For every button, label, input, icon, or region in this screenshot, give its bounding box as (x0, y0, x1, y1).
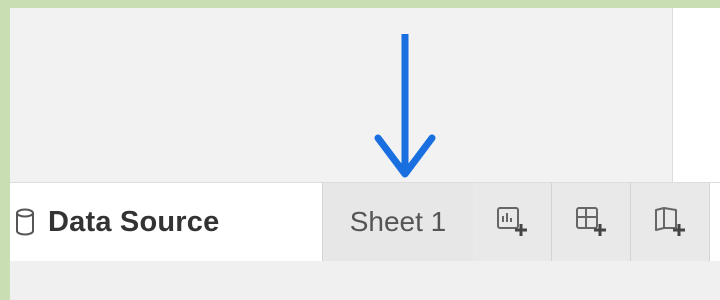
sheet-tab-bar: Data Source Sheet 1 (10, 182, 720, 262)
workspace-side-panel (672, 8, 720, 182)
new-dashboard-button[interactable] (552, 183, 631, 261)
tab-data-source[interactable]: Data Source (10, 183, 322, 261)
tab-data-source-label: Data Source (48, 205, 220, 238)
new-worksheet-button[interactable] (473, 183, 552, 261)
status-bar-area (10, 261, 720, 300)
new-story-icon (655, 207, 685, 236)
workspace-canvas (10, 8, 672, 182)
new-worksheet-icon (497, 207, 527, 236)
frame-border-left (0, 0, 10, 300)
tab-sheet-1[interactable]: Sheet 1 (322, 183, 474, 261)
new-story-button[interactable] (631, 183, 710, 261)
new-dashboard-icon (576, 207, 606, 236)
frame-border-top (0, 0, 720, 8)
arrow-down-icon (374, 34, 436, 178)
database-icon (16, 208, 34, 236)
tab-sheet-1-label: Sheet 1 (349, 206, 447, 237)
